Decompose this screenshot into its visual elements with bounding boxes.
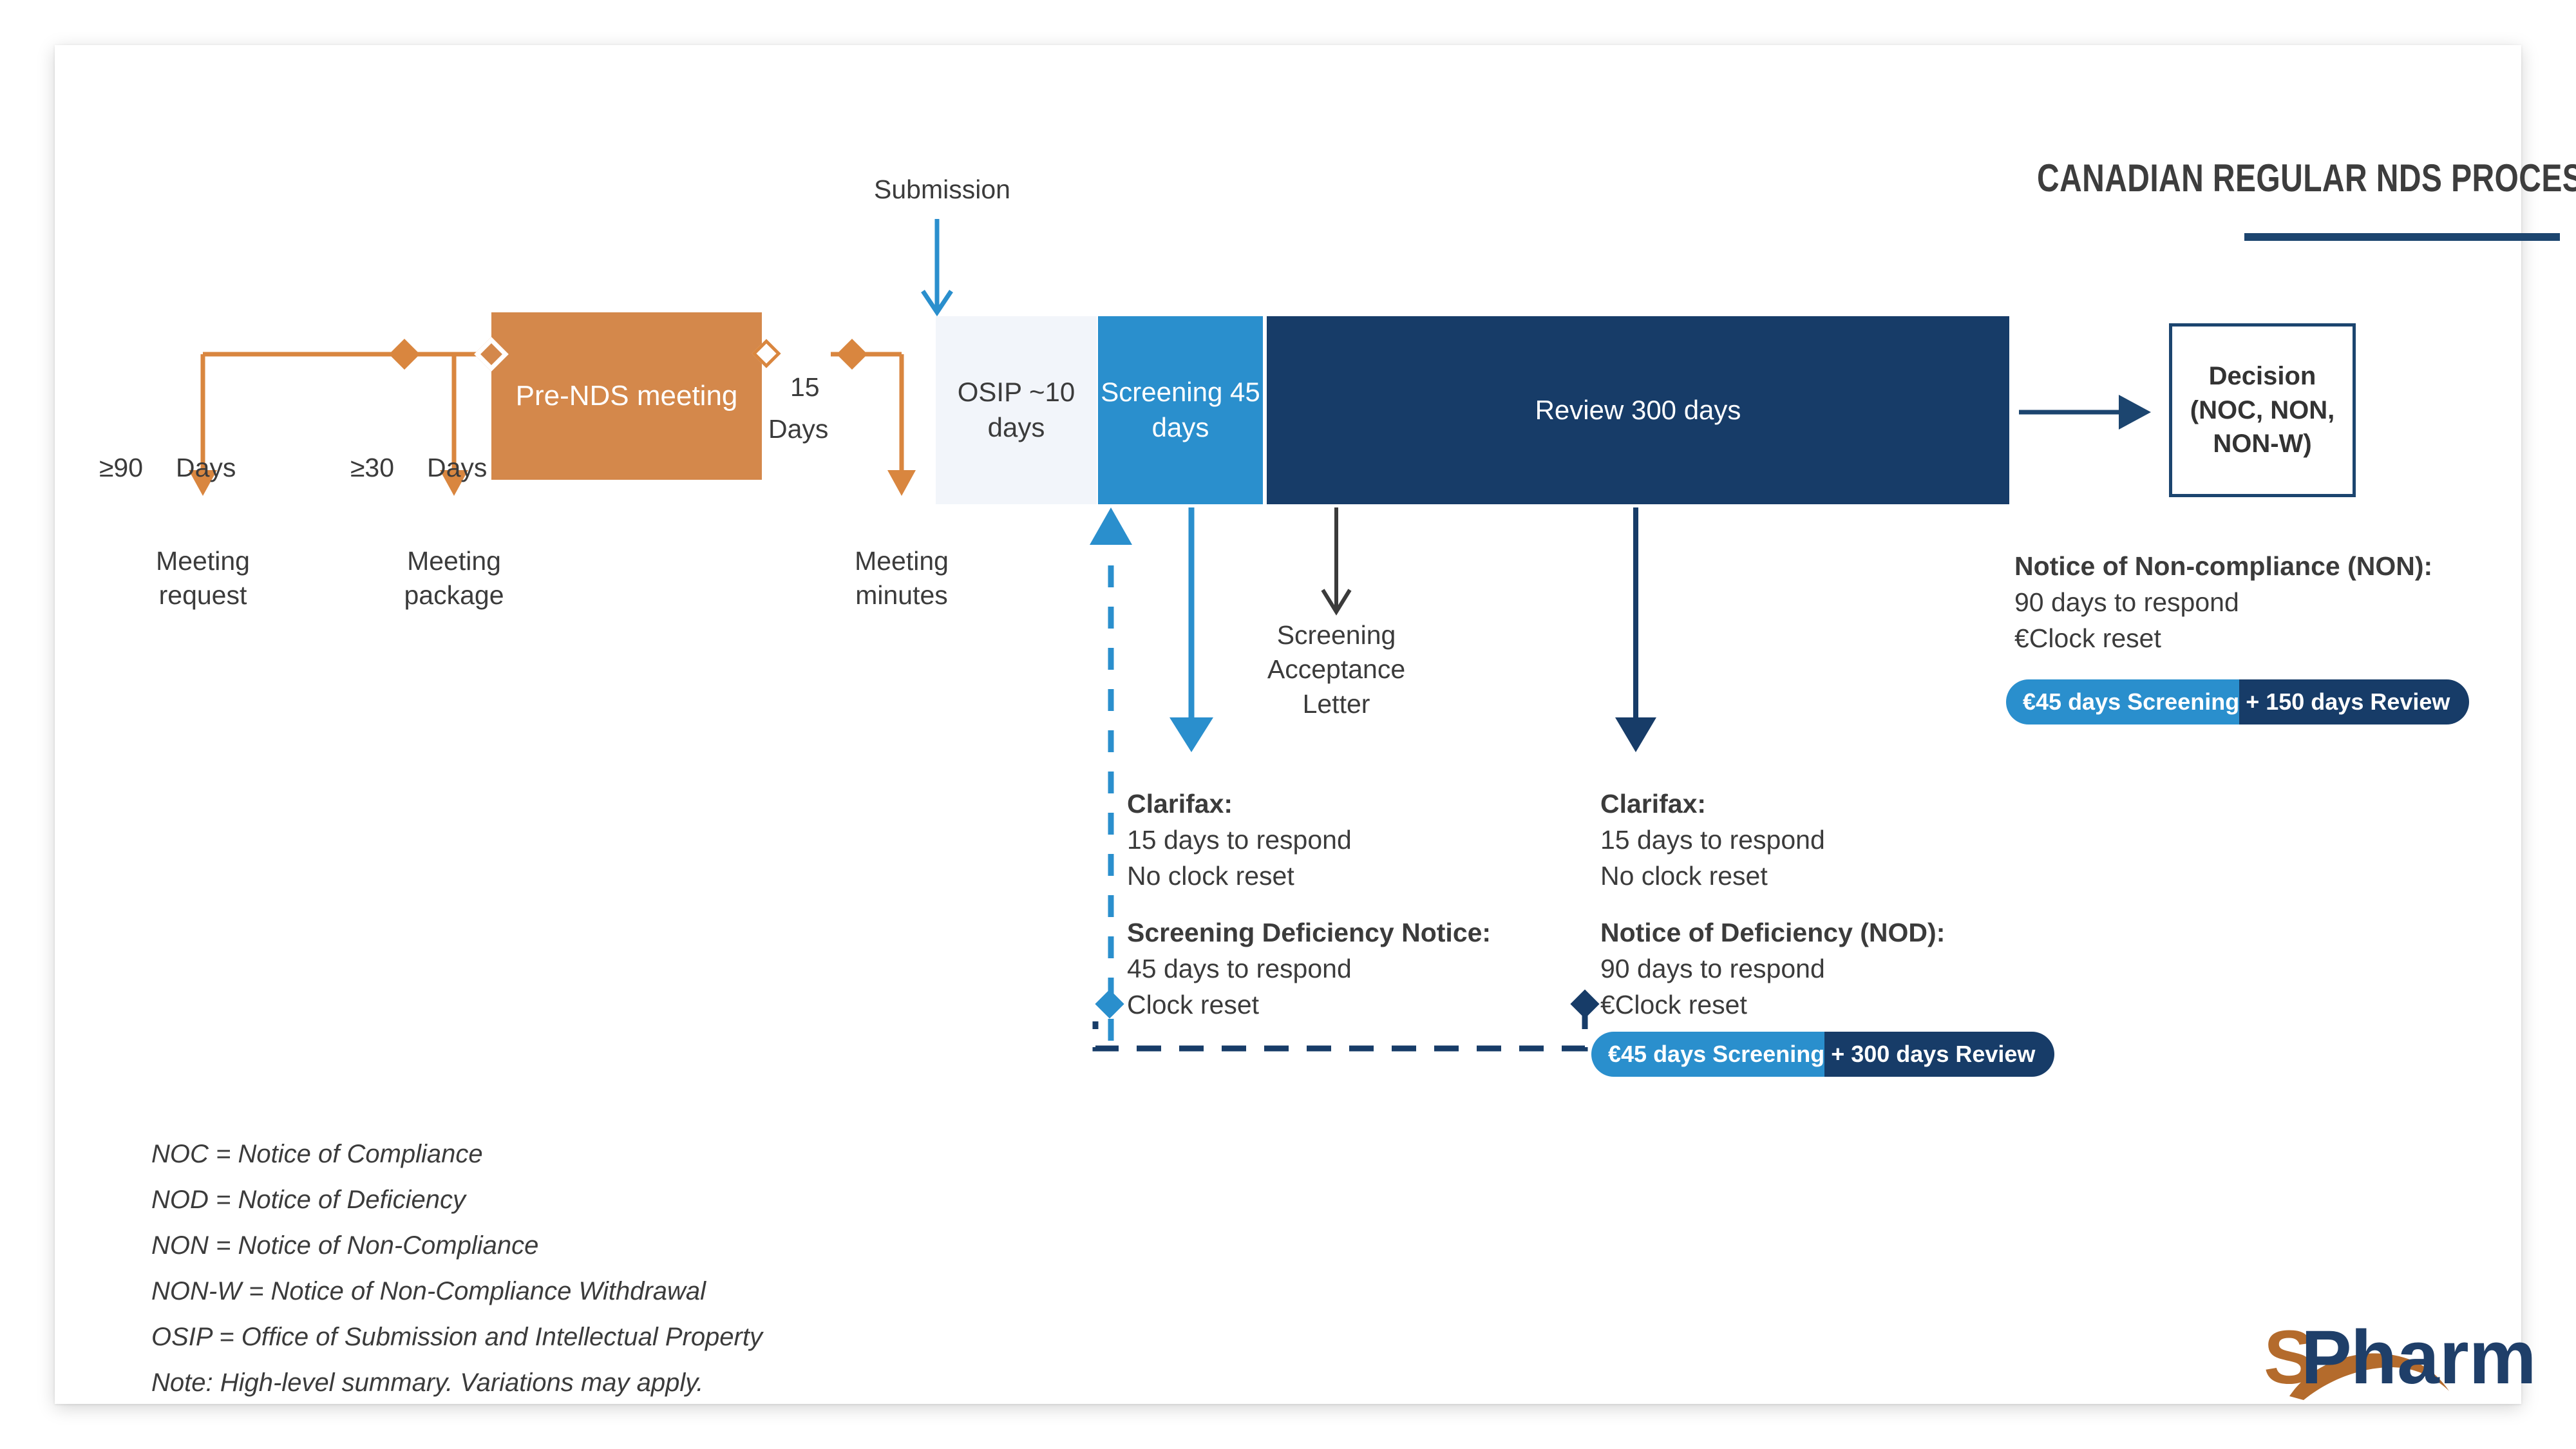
non-line1: 90 days to respond xyxy=(2014,587,2239,617)
screening-acceptance-arrow-icon xyxy=(1321,507,1352,616)
logo-text-p: P xyxy=(2301,1315,2352,1400)
legend-item: Note: High-level summary. Variations may… xyxy=(151,1368,704,1397)
submission-arrow-icon xyxy=(921,219,953,317)
process-bar-screening-label: Screening 45 days xyxy=(1101,377,1260,442)
review-clarifax-line2: No clock reset xyxy=(1600,861,1768,891)
review-nod-line2: €Clock reset xyxy=(1600,990,1747,1019)
process-bar-screening: Screening 45 days xyxy=(1098,316,1263,504)
decision-box: Decision (NOC, NON, NON-W) xyxy=(2169,323,2356,497)
gap-label-15-unit: Days xyxy=(768,414,829,444)
gap-label-15-value: 15 xyxy=(790,372,820,402)
screening-clarifax-arrow-icon xyxy=(1170,507,1213,752)
non-line2: €Clock reset xyxy=(2014,623,2161,653)
non-badge-review-part: + 150 days Review xyxy=(2239,679,2470,724)
gap-label-30-value: ≥30 xyxy=(350,453,394,482)
legend-abbreviations: NOC = Notice of Compliance NOD = Notice … xyxy=(151,1140,762,1414)
decision-box-label: Decision (NOC, NON, NON-W) xyxy=(2190,361,2335,459)
screening-clarifax-line2: No clock reset xyxy=(1127,861,1294,891)
gap-label-30-unit: Days xyxy=(427,453,488,482)
process-bar-osip: OSIP ~10 days xyxy=(936,316,1097,504)
screening-deficiency-line2: Clock reset xyxy=(1127,990,1260,1019)
review-nod-title: Notice of Deficiency (NOD): xyxy=(1600,918,1946,947)
legend-item: NOD = Notice of Deficiency xyxy=(151,1186,466,1214)
screening-acceptance-letter-label: Screening Acceptance Letter xyxy=(1267,620,1406,719)
milestone-label-meeting-request: Meeting request xyxy=(156,546,250,611)
milestone-label-meeting-package: Meeting package xyxy=(404,546,504,611)
decision-arrow-icon xyxy=(2019,395,2151,430)
legend-item: NON-W = Notice of Non-Compliance Withdra… xyxy=(151,1277,706,1305)
screening-deficiency-title: Screening Deficiency Notice: xyxy=(1127,918,1492,947)
non-title: Notice of Non-compliance (NON): xyxy=(2014,551,2433,581)
legend-item: NON = Notice of Non-Compliance xyxy=(151,1231,539,1260)
legend-item: OSIP = Office of Submission and Intellec… xyxy=(151,1323,762,1351)
page-title: CANADIAN REGULAR NDS PROCESS xyxy=(2037,156,2576,200)
nod-total-days-badge: €45 days Screening + 300 days Review xyxy=(1591,1032,2055,1077)
screening-clarifax-line1: 15 days to respond xyxy=(1127,825,1352,855)
gap-label-90-value: ≥90 xyxy=(99,453,143,482)
title-underline-rule xyxy=(2244,233,2560,241)
gap-label-90-unit: Days xyxy=(176,453,236,482)
process-bar-review-label: Review 300 days xyxy=(1535,394,1741,425)
pre-nds-meeting-label: Pre-NDS meeting xyxy=(515,380,738,412)
spharm-logo: S P harm xyxy=(2264,1314,2541,1410)
review-clarifax-line1: 15 days to respond xyxy=(1600,825,1825,855)
legend-item: NOC = Notice of Compliance xyxy=(151,1140,483,1168)
non-badge-screening-part: €45 days Screening xyxy=(2006,679,2240,724)
review-clarifax-arrow-icon xyxy=(1615,507,1656,752)
screening-clarifax-title: Clarifax: xyxy=(1127,789,1233,819)
pre-nds-meeting-box: Pre-NDS meeting xyxy=(491,312,762,480)
slide-canvas: CANADIAN REGULAR NDS PROCESS Pre-NDS mee… xyxy=(55,45,2576,1404)
review-nod-line1: 90 days to respond xyxy=(1600,954,1825,983)
process-bar-osip-label: OSIP ~10 days xyxy=(957,377,1075,442)
screening-deficiency-line1: 45 days to respond xyxy=(1127,954,1352,983)
submission-label: Submission xyxy=(874,175,1010,204)
milestone-label-meeting-minutes: Meeting minutes xyxy=(855,546,949,611)
nod-badge-screening-part: €45 days Screening xyxy=(1591,1032,1825,1077)
non-total-days-badge: €45 days Screening + 150 days Review xyxy=(2006,679,2470,724)
process-bar-review: Review 300 days xyxy=(1267,316,2009,504)
nod-badge-review-part: + 300 days Review xyxy=(1824,1032,2055,1077)
review-clarifax-title: Clarifax: xyxy=(1600,789,1707,819)
logo-text-harm: harm xyxy=(2351,1315,2537,1400)
